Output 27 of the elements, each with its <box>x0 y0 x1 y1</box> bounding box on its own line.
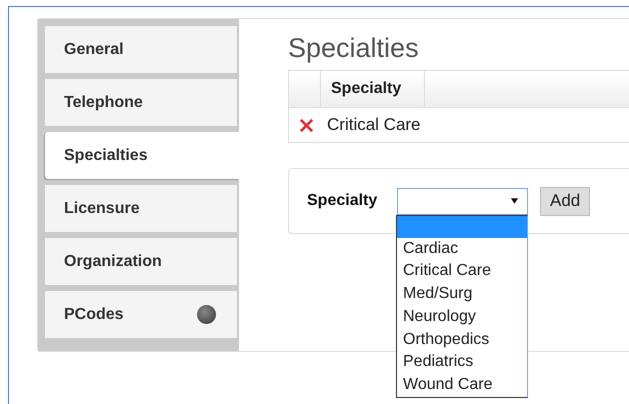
dropdown-option[interactable]: Orthopedics <box>397 328 527 352</box>
sidebar-tab[interactable]: Licensure <box>45 185 237 232</box>
caret-icon <box>510 197 519 205</box>
dropdown-option[interactable]: Med/Surg <box>397 283 527 306</box>
tab-label: Telephone <box>64 94 143 112</box>
add-button[interactable]: Add <box>540 186 590 216</box>
dropdown-option[interactable]: Pediatrics <box>397 351 527 374</box>
sidebar-tab[interactable]: General <box>45 26 237 73</box>
tab-label: General <box>64 40 124 58</box>
column-header: Specialty <box>321 71 425 107</box>
tab-label: Licensure <box>64 200 140 218</box>
dropdown-option[interactable]: Critical Care <box>397 260 527 284</box>
tab-label: Organization <box>64 252 162 270</box>
sidebar-tab[interactable]: PCodes <box>45 291 237 338</box>
dropdown-option[interactable]: Wound Care <box>397 374 527 398</box>
page-title: Specialties <box>288 33 420 64</box>
tab-label: Specialties <box>64 146 148 164</box>
sidebar-tab[interactable]: Telephone <box>45 79 237 126</box>
tab-label: PCodes <box>64 306 124 324</box>
dropdown-option[interactable]: Neurology <box>397 306 527 329</box>
table-cell: Critical Care <box>327 115 421 135</box>
sidebar-tab[interactable]: Organization <box>45 238 237 285</box>
specialty-dropdown[interactable] <box>397 188 528 214</box>
blank-option[interactable] <box>397 216 527 238</box>
dropdown-option[interactable]: Cardiac <box>397 238 527 260</box>
field-label: Specialty <box>307 192 378 210</box>
sidebar-tab[interactable]: Specialties <box>45 132 239 179</box>
